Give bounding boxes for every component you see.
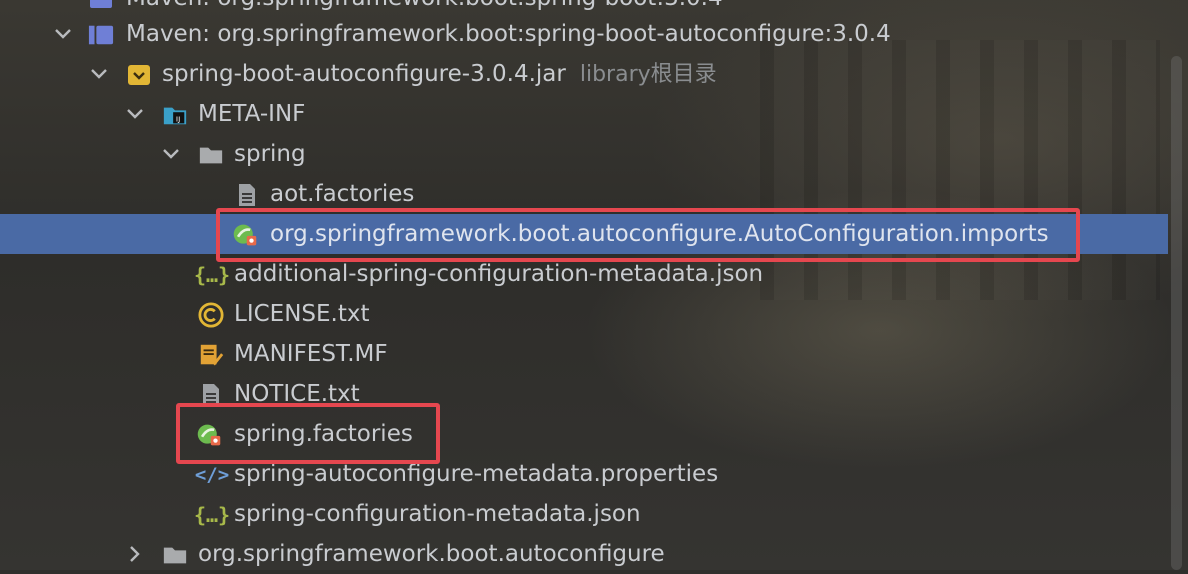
tree-row-label: LICENSE.txt (234, 301, 370, 327)
chevron-down-icon[interactable] (124, 103, 146, 125)
properties-file-icon: </> (194, 464, 230, 486)
library-root-hint: library根目录 (579, 62, 717, 87)
vertical-scrollbar[interactable] (1171, 56, 1182, 570)
chevron-down-icon[interactable] (88, 63, 110, 85)
json-file-icon: {…} (193, 263, 231, 287)
tree-row-label: META-INF (198, 101, 306, 127)
tree-row-license[interactable]: LICENSE.txt (0, 294, 1168, 334)
tree-row-label: aot.factories (270, 181, 415, 207)
svg-text:IJ: IJ (176, 115, 180, 124)
tree-row-label: spring-configuration-metadata.json (234, 501, 641, 527)
license-icon (198, 302, 224, 328)
tree-row-jar[interactable]: spring-boot-autoconfigure-3.0.4.jar libra… (0, 54, 1168, 94)
tree-row-configuration-metadata[interactable]: {…} spring-configuration-metadata.json (0, 494, 1168, 534)
chevron-right-icon[interactable] (124, 543, 146, 565)
chevron-down-icon[interactable] (52, 23, 74, 45)
module-icon (88, 0, 114, 12)
tree-row-label: org.springframework.boot.autoconfigure (198, 541, 665, 567)
tree-row-label: Maven: org.springframework.boot:spring-b… (126, 21, 891, 47)
module-library-icon (88, 22, 114, 48)
tree-row-manifest[interactable]: MANIFEST.MF (0, 334, 1168, 374)
tree-row-meta-inf[interactable]: IJ META-INF (0, 94, 1168, 134)
project-tree: Maven: org.springframework.boot:spring-b… (0, 0, 1188, 570)
tree-row-label: Maven: org.springframework.boot:spring-b… (126, 0, 723, 12)
highlight-box-spring-factories (176, 403, 440, 464)
tree-row-label: additional-spring-configuration-metadata… (234, 261, 764, 287)
folder-icon (198, 142, 224, 168)
manifest-icon (198, 342, 224, 368)
tree-row-label: MANIFEST.MF (234, 341, 388, 367)
highlight-box-autoconfiguration-imports (216, 208, 1080, 262)
meta-inf-folder-icon: IJ (162, 102, 188, 128)
text-file-icon (234, 182, 260, 208)
chevron-down-icon[interactable] (160, 143, 182, 165)
tree-row-maven-autoconfigure[interactable]: Maven: org.springframework.boot:spring-b… (0, 14, 1168, 54)
jar-archive-icon (126, 62, 152, 88)
tree-row-package[interactable]: org.springframework.boot.autoconfigure (0, 534, 1168, 574)
tree-row-label: spring (234, 141, 306, 167)
tree-row-spring-folder[interactable]: spring (0, 134, 1168, 174)
folder-icon (162, 542, 188, 568)
jar-name: spring-boot-autoconfigure-3.0.4.jar (162, 61, 566, 87)
tree-row-label: spring-autoconfigure-metadata.properties (234, 461, 719, 487)
json-file-icon: {…} (193, 503, 231, 527)
tree-row-label: spring-boot-autoconfigure-3.0.4.jar libra… (162, 60, 717, 89)
